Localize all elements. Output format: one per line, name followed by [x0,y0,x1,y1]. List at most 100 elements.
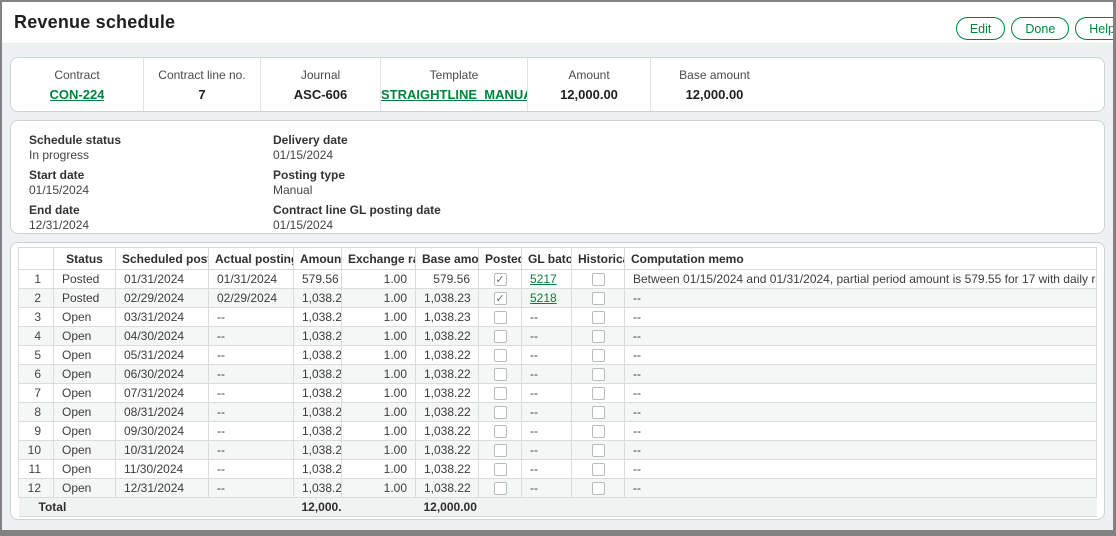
status-cell: Open [54,403,116,422]
scheduled-posting-date-cell: 12/31/2024 [116,479,209,498]
amount-cell: 1,038.22 [294,384,342,403]
start-date-field: Start date 01/15/2024 [29,168,273,198]
historical-cell [572,441,625,460]
historical-checkbox[interactable] [592,292,605,305]
column-header-historical: Historical [572,248,625,270]
done-button[interactable]: Done [1011,17,1069,40]
gl-batch-cell: -- [522,327,572,346]
posting-type-field: Posting type Manual [273,168,441,198]
posted-checkbox[interactable] [494,444,507,457]
scheduled-posting-date-cell: 11/30/2024 [116,460,209,479]
table-row: 10 Open 10/31/2024 -- 1,038.22 1.00 1,03… [19,441,1097,460]
column-header-amount: Amount [294,248,342,270]
column-header-posted: Posted [479,248,522,270]
actual-posting-date-cell: 02/29/2024 [209,289,294,308]
contract-line-no-label: Contract line no. [158,68,245,82]
exchange-rate-cell: 1.00 [342,422,416,441]
posted-checkbox[interactable] [494,311,507,324]
historical-checkbox[interactable] [592,387,605,400]
base-amount-cell: 1,038.22 [416,384,479,403]
gl-batch-cell: 5218 [522,289,572,308]
contract-line-no-value: 7 [198,87,205,102]
schedule-status-value: In progress [29,148,273,163]
amount-label: Amount [568,68,609,82]
historical-checkbox[interactable] [592,311,605,324]
historical-checkbox[interactable] [592,463,605,476]
contract-link[interactable]: CON-224 [50,87,105,102]
base-amount-cell: 1,038.23 [416,289,479,308]
historical-cell [572,270,625,289]
historical-cell [572,308,625,327]
schedule-table: Status Scheduled posting date Actual pos… [18,247,1097,517]
historical-checkbox[interactable] [592,273,605,286]
edit-button[interactable]: Edit [956,17,1006,40]
schedule-status-field: Schedule status In progress [29,133,273,163]
historical-checkbox[interactable] [592,425,605,438]
historical-checkbox[interactable] [592,330,605,343]
base-amount-cell: 1,038.22 [416,365,479,384]
posted-checkbox[interactable] [494,273,507,286]
total-amount: 12,000.00 [294,498,342,517]
gl-batch-link[interactable]: 5218 [530,291,557,305]
gl-batch-link[interactable]: 5217 [530,272,557,286]
status-cell: Open [54,441,116,460]
actual-posting-date-cell: -- [209,327,294,346]
details-left-column: Schedule status In progress Start date 0… [29,133,273,221]
total-row: Total 12,000.00 12,000.00 [19,498,1097,517]
base-amount-cell: 1,038.22 [416,460,479,479]
scheduled-posting-date-cell: 07/31/2024 [116,384,209,403]
template-label: Template [430,68,479,82]
posted-checkbox[interactable] [494,330,507,343]
posted-checkbox[interactable] [494,387,507,400]
column-header-gl-batch: GL batch [522,248,572,270]
base-amount-cell: 1,038.22 [416,346,479,365]
gl-batch-cell: -- [522,346,572,365]
base-amount-value: 12,000.00 [686,87,744,102]
page-body: Contract CON-224 Contract line no. 7 Jou… [2,44,1113,520]
posted-checkbox[interactable] [494,406,507,419]
computation-memo-cell: -- [625,327,1097,346]
computation-memo-cell: -- [625,346,1097,365]
row-number-cell: 5 [19,346,54,365]
posted-cell [479,308,522,327]
posted-checkbox[interactable] [494,349,507,362]
posted-cell [479,479,522,498]
delivery-date-field: Delivery date 01/15/2024 [273,133,441,163]
computation-memo-cell: -- [625,422,1097,441]
base-amount-label: Base amount [679,68,750,82]
historical-checkbox[interactable] [592,482,605,495]
base-amount-cell: 579.56 [416,270,479,289]
summary-contract: Contract CON-224 [11,58,144,111]
details-right-column: Delivery date 01/15/2024 Posting type Ma… [273,133,441,221]
posted-cell [479,270,522,289]
base-amount-cell: 1,038.22 [416,479,479,498]
posted-checkbox[interactable] [494,482,507,495]
end-date-label: End date [29,203,273,218]
computation-memo-cell: -- [625,308,1097,327]
gl-batch-cell: -- [522,365,572,384]
historical-checkbox[interactable] [592,349,605,362]
computation-memo-cell: -- [625,441,1097,460]
template-link[interactable]: STRAIGHTLINE_MANUAL [381,87,527,102]
historical-checkbox[interactable] [592,406,605,419]
amount-cell: 1,038.22 [294,479,342,498]
historical-checkbox[interactable] [592,368,605,381]
scheduled-posting-date-cell: 09/30/2024 [116,422,209,441]
computation-memo-cell: -- [625,384,1097,403]
posted-checkbox[interactable] [494,368,507,381]
exchange-rate-cell: 1.00 [342,308,416,327]
posted-checkbox[interactable] [494,425,507,438]
contract-line-gl-posting-date-value: 01/15/2024 [273,218,441,233]
posted-cell [479,422,522,441]
posted-cell [479,460,522,479]
table-header-row: Status Scheduled posting date Actual pos… [19,248,1097,270]
base-amount-cell: 1,038.22 [416,327,479,346]
base-amount-cell: 1,038.22 [416,441,479,460]
gl-batch-cell: -- [522,308,572,327]
actual-posting-date-cell: -- [209,422,294,441]
posted-checkbox[interactable] [494,292,507,305]
historical-checkbox[interactable] [592,444,605,457]
status-cell: Open [54,479,116,498]
posted-checkbox[interactable] [494,463,507,476]
help-button[interactable]: Help [1075,17,1116,40]
